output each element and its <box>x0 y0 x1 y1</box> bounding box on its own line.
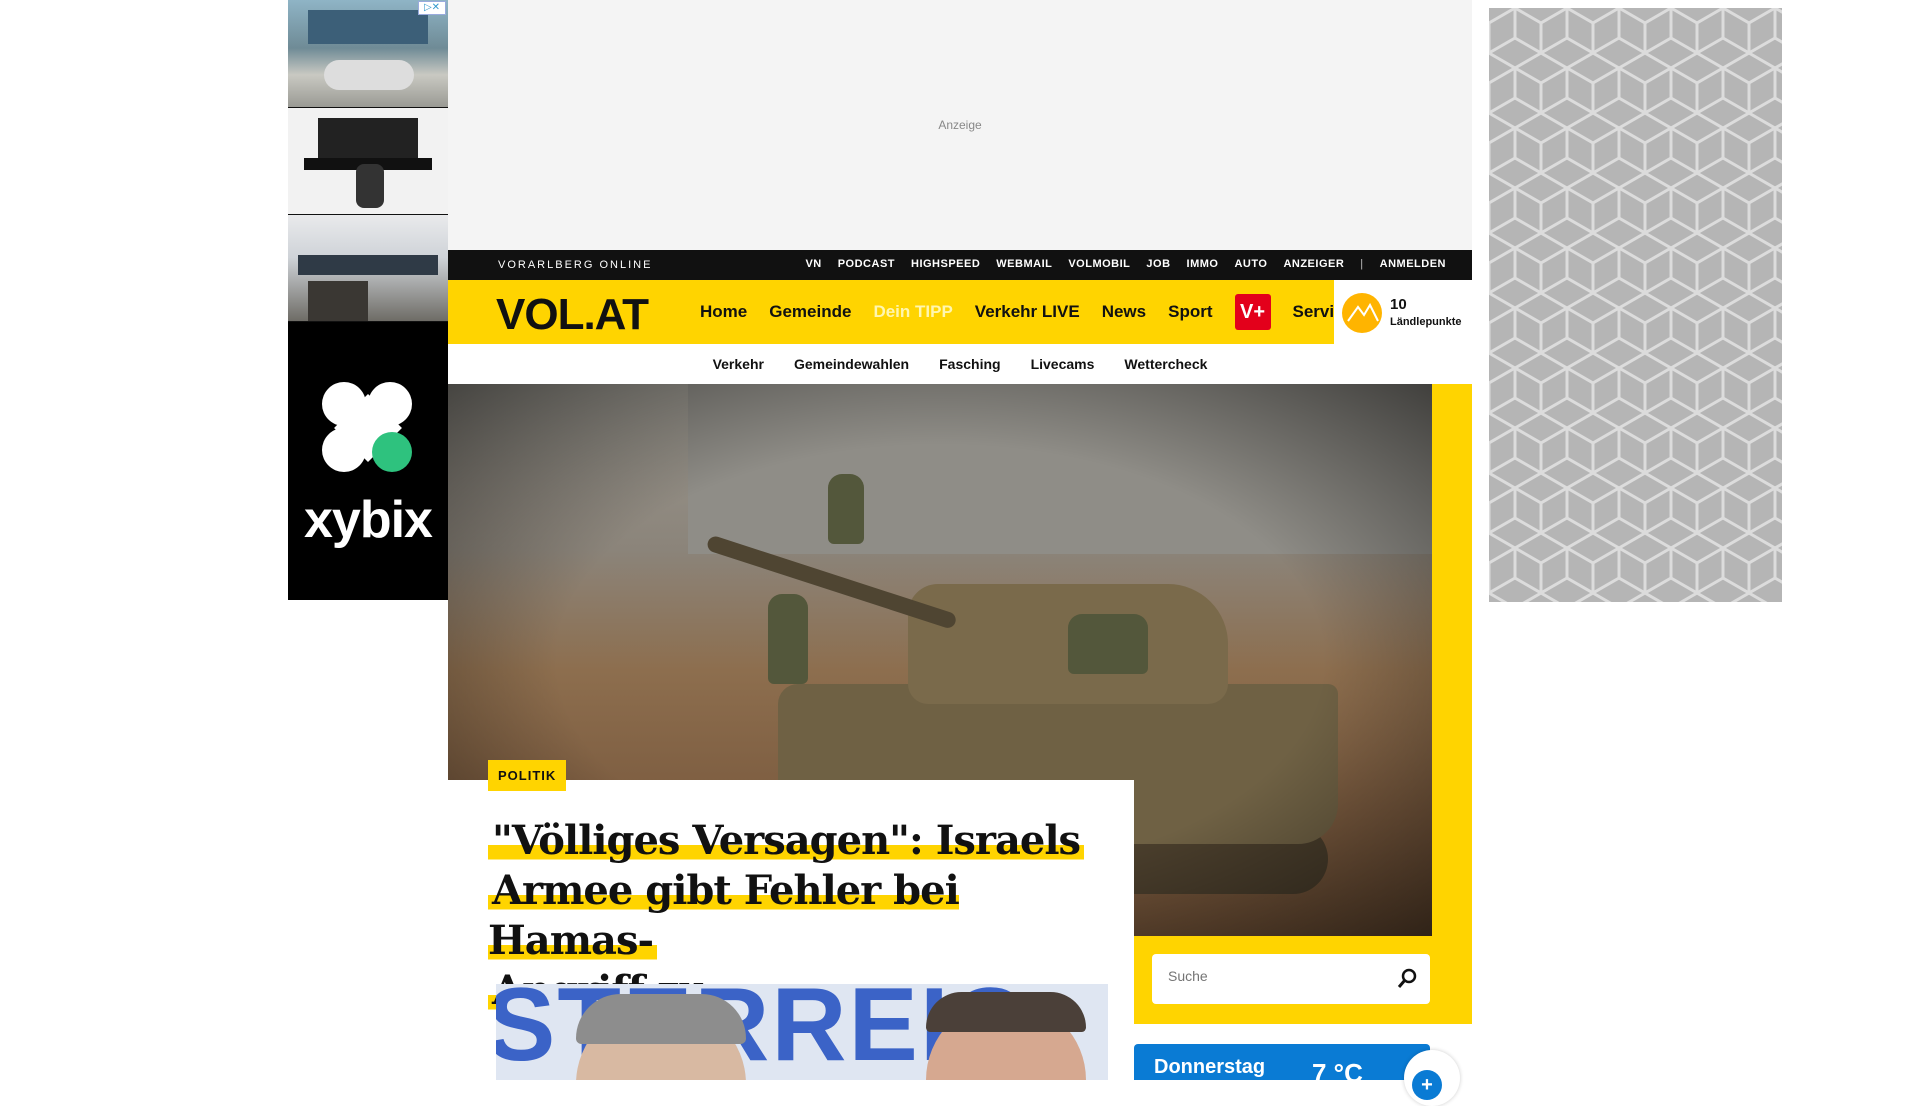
nav-item-sport[interactable]: Sport <box>1168 302 1212 322</box>
nav-item-home[interactable]: Home <box>700 302 747 322</box>
search-icon[interactable] <box>1394 966 1420 992</box>
mountain-icon <box>1342 293 1382 333</box>
sub-navigation: Verkehr Gemeindewahlen Fasching Livecams… <box>448 344 1472 384</box>
subnav-item-gemeindewahlen[interactable]: Gemeindewahlen <box>794 356 909 372</box>
plus-icon: + <box>1412 1070 1442 1100</box>
top-utility-bar: VORARLBERG ONLINE VN PODCAST HIGHSPEED W… <box>448 250 1472 280</box>
subnav-item-livecams[interactable]: Livecams <box>1031 356 1095 372</box>
right-pattern-ad[interactable] <box>1489 8 1782 602</box>
ad-xybix-brand[interactable]: xybix <box>288 322 448 600</box>
topbar-link-volmobil[interactable]: VOLMOBIL <box>1068 258 1130 270</box>
topbar-link-podcast[interactable]: PODCAST <box>838 258 895 270</box>
points-value: 10 <box>1390 296 1407 313</box>
nav-item-gemeinde[interactable]: Gemeinde <box>769 302 851 322</box>
topbar-link-webmail[interactable]: WEBMAIL <box>996 258 1052 270</box>
topbar-separator: | <box>1360 258 1364 270</box>
headline-line: "Völliges Versagen": Israels <box>488 817 1085 864</box>
topbar-link-vn[interactable]: VN <box>805 258 821 270</box>
site-logo[interactable]: VOL.AT <box>496 290 649 340</box>
main-navigation: VOL.AT Home Gemeinde Dein TIPP Verkehr L… <box>448 280 1472 344</box>
ad-photo-desk[interactable] <box>288 108 448 214</box>
login-link[interactable]: ANMELDEN <box>1380 258 1446 270</box>
ad-photo-control-room[interactable]: ▷✕ <box>288 0 448 107</box>
topbar-link-auto[interactable]: AUTO <box>1234 258 1267 270</box>
ad-photo-office[interactable] <box>288 215 448 321</box>
left-skyscraper-ad[interactable]: ▷✕ xybix <box>288 0 448 600</box>
subnav-item-fasching[interactable]: Fasching <box>939 356 1000 372</box>
site-tagline: VORARLBERG ONLINE <box>498 259 653 271</box>
subnav-item-verkehr[interactable]: Verkehr <box>713 356 764 372</box>
headline-line: Armee gibt Fehler bei Hamas- <box>488 867 960 964</box>
nav-item-dein-tipp[interactable]: Dein TIPP <box>873 302 952 322</box>
search-box <box>1152 954 1430 1004</box>
nav-item-news[interactable]: News <box>1102 302 1146 322</box>
weather-day: Donnerstag <box>1154 1056 1266 1078</box>
weather-temperature: 7 °C <box>1312 1058 1363 1088</box>
weather-widget[interactable]: Donnerstag 7 °C <box>1134 1044 1430 1088</box>
points-label: Ländlepunkte <box>1390 316 1462 328</box>
subnav-item-wettercheck[interactable]: Wettercheck <box>1124 356 1207 372</box>
weather-expand-button[interactable]: + <box>1404 1050 1460 1106</box>
topbar-link-highspeed[interactable]: HIGHSPEED <box>911 258 980 270</box>
nav-item-verkehr-live[interactable]: Verkehr LIVE <box>975 302 1080 322</box>
vplus-icon[interactable]: V+ <box>1234 294 1271 330</box>
ad-label: Anzeige <box>938 118 982 132</box>
secondary-article-image[interactable]: STERREIC <box>496 984 1108 1080</box>
xybix-wordmark: xybix <box>304 491 433 549</box>
topbar-link-immo[interactable]: IMMO <box>1187 258 1219 270</box>
category-badge[interactable]: POLITIK <box>488 760 567 791</box>
cube-pattern <box>1489 8 1782 602</box>
topbar-link-job[interactable]: JOB <box>1146 258 1170 270</box>
adchoices-icon[interactable]: ▷✕ <box>418 1 446 15</box>
laendlepunkte-widget[interactable]: 10 Ländlepunkte <box>1334 280 1472 344</box>
search-input[interactable] <box>1168 968 1388 984</box>
topbar-link-anzeiger[interactable]: ANZEIGER <box>1283 258 1344 270</box>
top-banner-ad[interactable]: Anzeige <box>448 0 1472 250</box>
xybix-logo-icon <box>322 382 414 474</box>
